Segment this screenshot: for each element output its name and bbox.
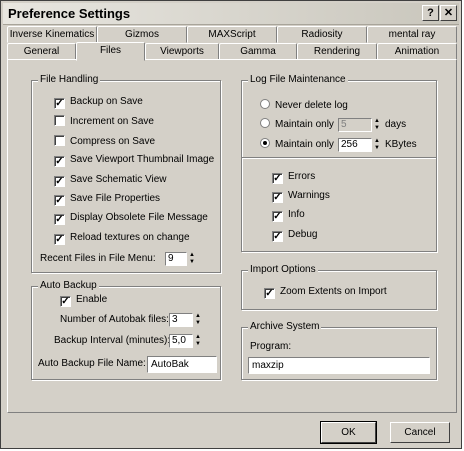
log-info-option[interactable]: ✓ Info	[272, 209, 305, 223]
backup-interval-label: Backup Interval (minutes):	[54, 335, 171, 346]
tab-mental-ray[interactable]: mental ray	[367, 26, 457, 43]
file-handling-label: File Handling	[38, 74, 101, 86]
save-file-properties-option[interactable]: ✓ Save File Properties	[54, 193, 160, 207]
backup-interval-spinner[interactable]: 5,0 ▲ ▼	[169, 334, 202, 348]
save-schematic-view-checkbox[interactable]: ✓	[54, 176, 65, 187]
maintain-days-spinner[interactable]: 5 ▲ ▼	[338, 118, 381, 132]
spinner-arrows-icon[interactable]: ▲ ▼	[373, 118, 381, 132]
title-bar[interactable]: Preference Settings ? ✕	[3, 3, 459, 25]
tab-viewports[interactable]: Viewports	[145, 43, 219, 60]
reload-textures-checkbox[interactable]: ✓	[54, 234, 65, 245]
divider	[242, 157, 436, 158]
tab-general[interactable]: General	[7, 43, 76, 60]
cancel-button[interactable]: Cancel	[390, 422, 450, 443]
backup-on-save-option[interactable]: ✓ Backup on Save	[54, 96, 143, 110]
tab-maxscript[interactable]: MAXScript	[187, 26, 277, 43]
program-label: Program:	[250, 341, 292, 352]
log-info-checkbox[interactable]: ✓	[272, 211, 283, 222]
tab-animation[interactable]: Animation	[377, 43, 457, 60]
log-file-maintenance-label: Log File Maintenance	[248, 74, 348, 86]
kbytes-unit-label: KBytes	[385, 139, 417, 150]
num-autobak-files-label: Number of Autobak files:	[60, 314, 169, 325]
log-warnings-option[interactable]: ✓ Warnings	[272, 190, 330, 204]
auto-backup-label: Auto Backup	[38, 280, 99, 292]
maintain-kbytes-spinner[interactable]: 256 ▲ ▼	[338, 138, 381, 152]
maintain-days-radio[interactable]	[260, 118, 270, 128]
log-errors-checkbox[interactable]: ✓	[272, 173, 283, 184]
tab-files[interactable]: Files	[76, 42, 145, 61]
zoom-extents-option[interactable]: ✓ Zoom Extents on Import	[264, 286, 387, 300]
compress-on-save-option[interactable]: Compress on Save	[54, 135, 155, 149]
never-delete-log-option[interactable]: Never delete log	[260, 99, 348, 113]
maintain-kbytes-radio[interactable]	[260, 138, 270, 148]
enable-backup-option[interactable]: ✓ Enable	[60, 294, 107, 308]
preference-settings-window: Preference Settings ? ✕ Inverse Kinemati…	[0, 0, 462, 449]
recent-files-field[interactable]: 9	[165, 252, 187, 266]
save-file-properties-checkbox[interactable]: ✓	[54, 195, 65, 206]
zoom-extents-checkbox[interactable]: ✓	[264, 288, 275, 299]
archive-system-group: Archive System Program: maxzip	[241, 321, 437, 380]
tab-gizmos[interactable]: Gizmos	[97, 26, 187, 43]
tab-rendering[interactable]: Rendering	[297, 43, 377, 60]
never-delete-log-radio[interactable]	[260, 99, 270, 109]
maintain-days-option[interactable]: Maintain only	[260, 118, 334, 132]
file-handling-group: File Handling ✓ Backup on Save Increment …	[31, 74, 221, 273]
recent-files-spinner[interactable]: 9 ▲ ▼	[165, 252, 196, 266]
log-errors-option[interactable]: ✓ Errors	[272, 171, 315, 185]
import-options-group: Import Options ✓ Zoom Extents on Import	[241, 264, 437, 310]
maintain-kbytes-field[interactable]: 256	[338, 138, 372, 152]
program-input[interactable]: maxzip	[248, 357, 430, 374]
increment-on-save-checkbox[interactable]	[54, 115, 65, 126]
spinner-arrows-icon[interactable]: ▲ ▼	[194, 313, 202, 327]
num-autobak-files-field[interactable]: 3	[169, 313, 193, 327]
tab-inverse-kinematics[interactable]: Inverse Kinematics	[7, 26, 97, 43]
save-schematic-view-option[interactable]: ✓ Save Schematic View	[54, 174, 167, 188]
enable-backup-checkbox[interactable]: ✓	[60, 296, 71, 307]
spinner-arrows-icon[interactable]: ▲ ▼	[188, 252, 196, 266]
close-button[interactable]: ✕	[440, 5, 457, 21]
save-viewport-thumbnail-checkbox[interactable]: ✓	[54, 156, 65, 167]
auto-backup-file-name-input[interactable]: AutoBak	[147, 356, 217, 373]
tab-radiosity[interactable]: Radiosity	[277, 26, 367, 43]
log-debug-option[interactable]: ✓ Debug	[272, 229, 317, 243]
display-obsolete-message-option[interactable]: ✓ Display Obsolete File Message	[54, 212, 208, 226]
backup-on-save-checkbox[interactable]: ✓	[54, 98, 65, 109]
display-obsolete-message-checkbox[interactable]: ✓	[54, 214, 65, 225]
auto-backup-file-name-label: Auto Backup File Name:	[38, 358, 146, 369]
ok-button[interactable]: OK	[320, 421, 377, 444]
log-debug-checkbox[interactable]: ✓	[272, 231, 283, 242]
maintain-days-field[interactable]: 5	[338, 118, 372, 132]
log-file-maintenance-group: Log File Maintenance Never delete log Ma…	[241, 74, 437, 252]
compress-on-save-checkbox[interactable]	[54, 135, 65, 146]
log-warnings-checkbox[interactable]: ✓	[272, 192, 283, 203]
save-viewport-thumbnail-option[interactable]: ✓ Save Viewport Thumbnail Image	[54, 154, 214, 168]
import-options-label: Import Options	[248, 264, 318, 276]
maintain-kbytes-option[interactable]: Maintain only	[260, 138, 334, 152]
auto-backup-group: Auto Backup ✓ Enable Number of Autobak fi…	[31, 280, 221, 380]
spinner-arrows-icon[interactable]: ▲ ▼	[373, 138, 381, 152]
increment-on-save-option[interactable]: Increment on Save	[54, 115, 154, 129]
num-autobak-files-spinner[interactable]: 3 ▲ ▼	[169, 313, 202, 327]
days-unit-label: days	[385, 119, 407, 130]
archive-system-label: Archive System	[248, 321, 322, 333]
recent-files-label: Recent Files in File Menu:	[40, 253, 156, 264]
spinner-arrows-icon[interactable]: ▲ ▼	[194, 334, 202, 348]
window-title: Preference Settings	[8, 6, 131, 21]
tab-gamma[interactable]: Gamma	[219, 43, 297, 60]
help-button[interactable]: ?	[422, 5, 439, 21]
reload-textures-option[interactable]: ✓ Reload textures on change	[54, 232, 190, 246]
backup-interval-field[interactable]: 5,0	[169, 334, 193, 348]
